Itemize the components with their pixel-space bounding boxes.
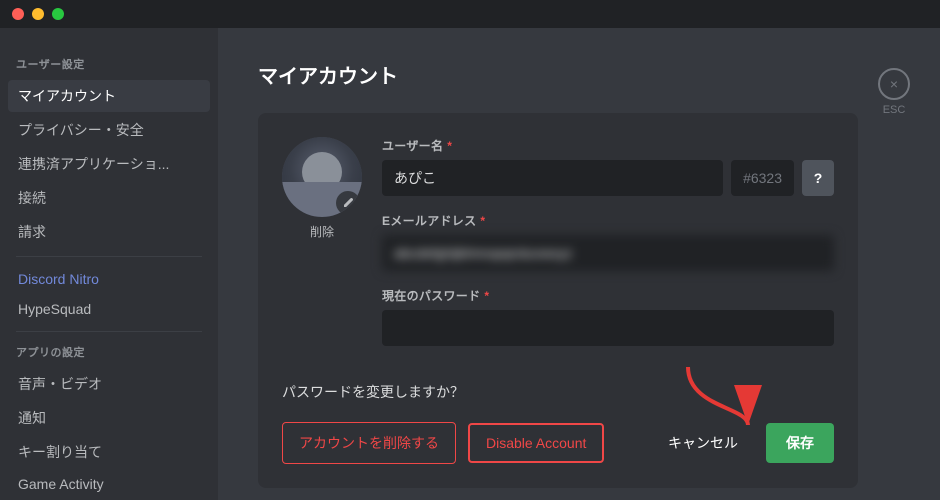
sidebar-item-connections[interactable]: 接続 [8,182,210,214]
esc-x-icon: × [878,68,910,100]
cancel-button[interactable]: キャンセル [652,423,754,463]
app-settings-section-label: アプリの設定 [8,340,210,364]
discriminator-box: #6323 [731,160,794,196]
sidebar-item-notifications[interactable]: 通知 [8,402,210,434]
password-required: * [484,289,489,303]
sidebar-item-billing[interactable]: 請求 [8,216,210,248]
email-label: Eメールアドレス * [382,212,834,229]
sidebar-item-voice-video[interactable]: 音声・ビデオ [8,368,210,400]
email-field-group: Eメールアドレス * [382,212,834,271]
username-label: ユーザー名 * [382,137,834,154]
username-input[interactable] [382,160,723,196]
esc-button[interactable]: × ESC [878,68,910,116]
sidebar-item-discord-nitro[interactable]: Discord Nitro [8,265,210,293]
avatar-area: 削除 [282,137,362,240]
settings-card: 削除 ユーザー名 * #6323 ? [258,113,858,488]
app-body: ユーザー設定 マイアカウント プライバシー・安全 連携済アプリケーショ... 接… [0,28,940,500]
save-button[interactable]: 保存 [766,423,834,463]
sidebar-divider-2 [16,331,202,332]
sidebar-item-keybinds[interactable]: キー割り当て [8,436,210,468]
esc-label: ESC [883,104,906,116]
profile-row: 削除 ユーザー名 * #6323 ? [282,137,834,362]
action-row: アカウントを削除する Disable Account キャンセル 保存 [282,422,834,464]
sidebar-item-authorized-apps[interactable]: 連携済アプリケーショ... [8,148,210,180]
sidebar: ユーザー設定 マイアカウント プライバシー・安全 連携済アプリケーショ... 接… [0,28,218,500]
form-fields: ユーザー名 * #6323 ? Eメールアドレス * [382,137,834,362]
avatar-container[interactable] [282,137,362,217]
username-row: #6323 ? [382,160,834,196]
password-label: 現在のパスワード * [382,287,834,304]
username-required: * [447,139,452,153]
delete-account-button[interactable]: アカウントを削除する [282,422,456,464]
sidebar-item-my-account[interactable]: マイアカウント [8,80,210,112]
username-field-group: ユーザー名 * #6323 ? [382,137,834,196]
user-settings-section-label: ユーザー設定 [8,52,210,76]
sidebar-item-hypesquad[interactable]: HypeSquad [8,295,210,323]
edit-icon [342,197,354,209]
email-input[interactable] [382,235,834,271]
disable-account-button[interactable]: Disable Account [468,423,604,463]
sidebar-item-game-activity[interactable]: Game Activity [8,470,210,498]
close-button[interactable] [12,8,24,20]
sidebar-divider-1 [16,256,202,257]
password-input[interactable] [382,310,834,346]
main-content: マイアカウント 削除 [218,28,940,500]
change-password-text: パスワードを変更しますか？ [282,382,834,402]
email-required: * [480,214,485,228]
help-button[interactable]: ? [802,160,834,196]
titlebar [0,0,940,28]
password-field-group: 現在のパスワード * [382,287,834,346]
avatar-delete-label[interactable]: 削除 [310,223,334,240]
minimize-button[interactable] [32,8,44,20]
sidebar-item-privacy-safety[interactable]: プライバシー・安全 [8,114,210,146]
maximize-button[interactable] [52,8,64,20]
avatar-edit-button[interactable] [336,191,360,215]
page-title: マイアカウント [258,60,900,89]
